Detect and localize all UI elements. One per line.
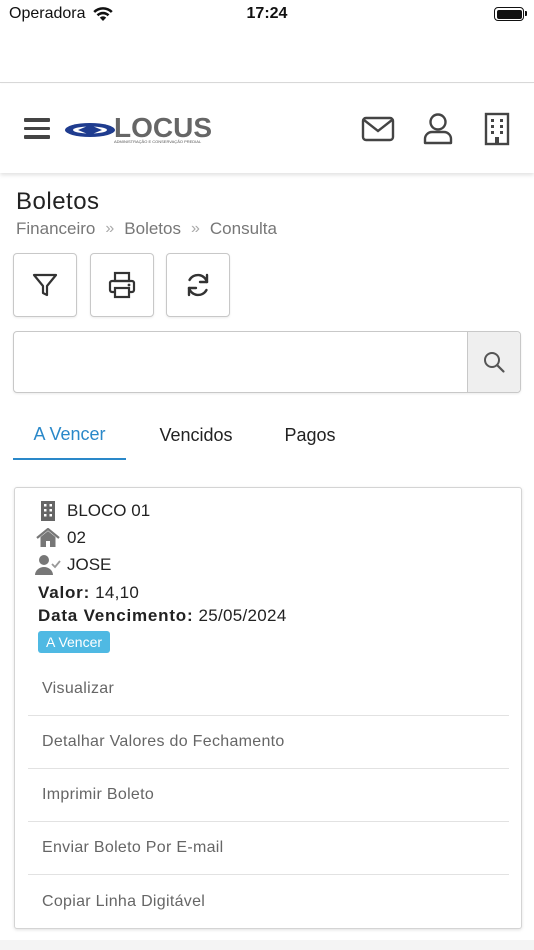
- home-icon: [35, 527, 61, 549]
- vencimento-value: 25/05/2024: [198, 606, 287, 625]
- bloco-label: BLOCO 01: [67, 501, 151, 520]
- search-bar: [13, 331, 521, 393]
- building-icon[interactable]: [481, 112, 515, 146]
- search-icon: [484, 352, 505, 373]
- user-icon[interactable]: [421, 112, 455, 146]
- pessoa-row: JOSE: [35, 554, 111, 576]
- mail-icon[interactable]: [361, 112, 395, 146]
- print-button[interactable]: [90, 253, 154, 317]
- app-header: LOCUS ADMINISTRAÇÃO E CONSERVAÇÃO PREDIA…: [0, 84, 534, 173]
- breadcrumb-item[interactable]: Financeiro: [16, 219, 95, 239]
- vencimento-label: Data Vencimento:: [38, 606, 194, 625]
- vencimento-row: Data Vencimento: 25/05/2024: [38, 606, 287, 626]
- print-icon: [108, 271, 136, 299]
- tab-a-vencer[interactable]: A Vencer: [13, 410, 126, 460]
- pessoa-label: JOSE: [67, 555, 112, 574]
- refresh-icon: [187, 273, 209, 297]
- breadcrumb-item: Consulta: [209, 219, 277, 238]
- locus-logo: LOCUS ADMINISTRAÇÃO E CONSERVAÇÃO PREDIA…: [64, 112, 224, 146]
- boleto-card: BLOCO 01 02 JOSE Valor: 14,10 Data Venci…: [14, 487, 522, 929]
- logo-mark-icon: [65, 123, 115, 137]
- filter-button[interactable]: [13, 253, 77, 317]
- filter-icon: [32, 273, 58, 297]
- logo-subtitle: ADMINISTRAÇÃO E CONSERVAÇÃO PREDIAL: [114, 139, 202, 144]
- bottom-strip: [0, 940, 534, 950]
- clock: 17:24: [246, 5, 288, 22]
- menu-icon[interactable]: [24, 118, 50, 140]
- action-enviar-email[interactable]: Enviar Boleto Por E-mail: [28, 822, 509, 875]
- unidade-label: 02: [67, 528, 86, 547]
- breadcrumb: Financeiro » Boletos » Consulta: [16, 219, 277, 239]
- status-bar: Operadora 17:24: [0, 0, 534, 30]
- valor-value: 14,10: [95, 583, 140, 602]
- tab-pagos[interactable]: Pagos: [273, 410, 347, 460]
- valor-row: Valor: 14,10: [38, 583, 139, 603]
- search-button[interactable]: [467, 332, 520, 392]
- tab-vencidos[interactable]: Vencidos: [146, 410, 246, 460]
- page-title: Boletos: [16, 188, 100, 215]
- battery-icon: [494, 7, 527, 21]
- action-imprimir-boleto[interactable]: Imprimir Boleto: [28, 769, 509, 822]
- refresh-button[interactable]: [166, 253, 230, 317]
- valor-label: Valor:: [38, 583, 91, 602]
- breadcrumb-separator-icon: »: [190, 220, 200, 237]
- breadcrumb-item[interactable]: Boletos: [124, 219, 181, 239]
- tab-bar: A Vencer Vencidos Pagos: [13, 410, 521, 460]
- action-visualizar[interactable]: Visualizar: [28, 663, 509, 716]
- user-check-icon: [35, 554, 61, 576]
- action-copiar-linha[interactable]: Copiar Linha Digitável: [28, 875, 509, 928]
- building-icon: [35, 500, 61, 522]
- bloco-row: BLOCO 01: [35, 500, 150, 522]
- top-strip: [0, 30, 534, 83]
- breadcrumb-separator-icon: »: [105, 220, 115, 237]
- search-input[interactable]: [14, 332, 468, 392]
- action-detalhar-valores[interactable]: Detalhar Valores do Fechamento: [28, 716, 509, 769]
- unidade-row: 02: [35, 527, 86, 549]
- status-badge: A Vencer: [38, 631, 111, 653]
